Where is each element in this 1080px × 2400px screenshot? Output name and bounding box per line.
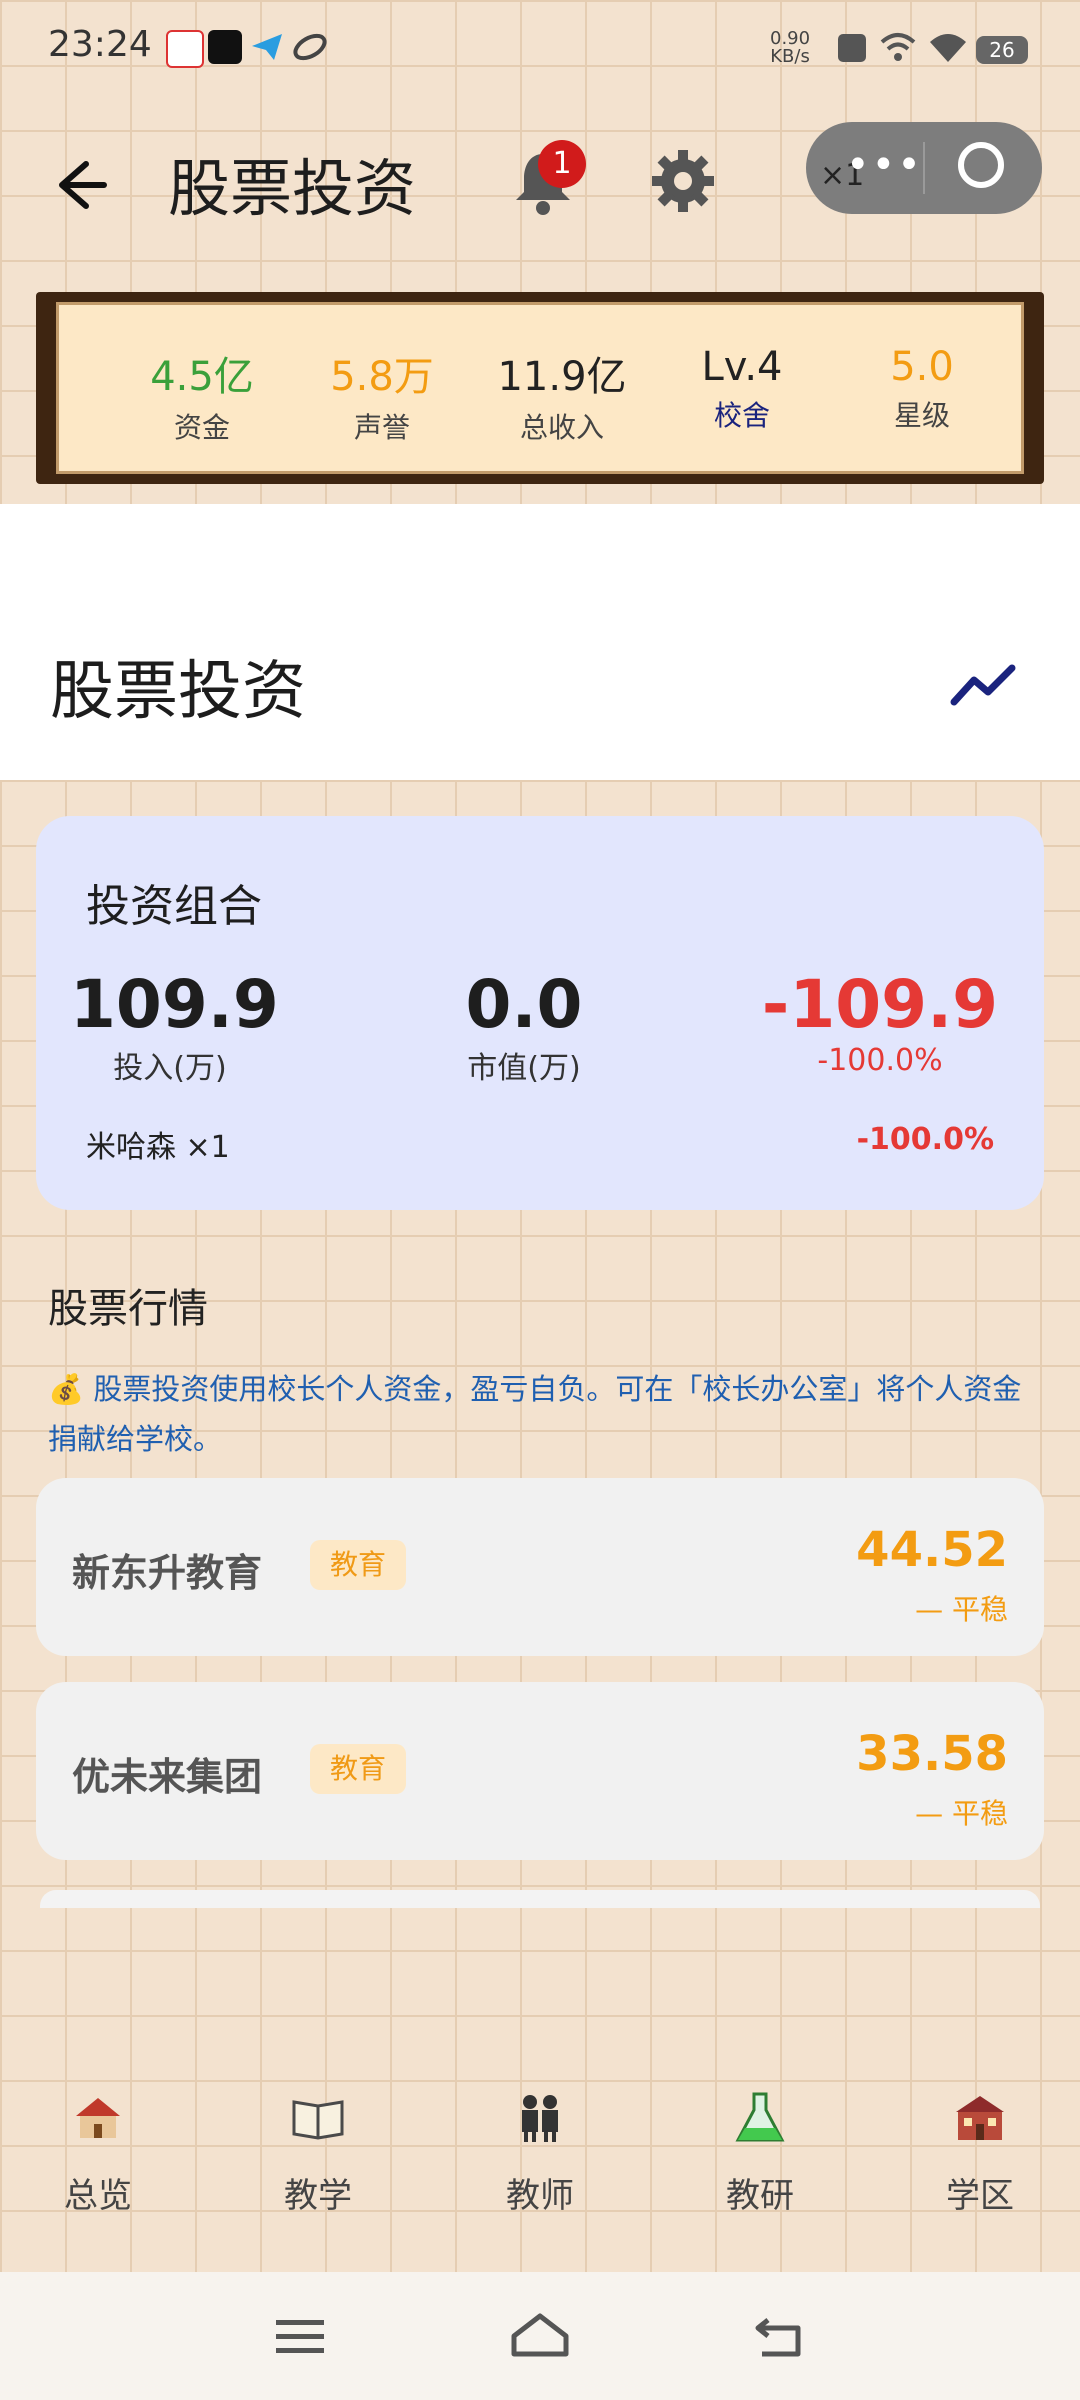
market-value-label: 市值(万)	[467, 1051, 581, 1086]
stock-card[interactable]: 新东升教育 教育 44.52 — 平稳	[36, 1478, 1044, 1656]
nav-item-teaching[interactable]: 教学	[258, 2090, 378, 2240]
capsule-divider	[923, 142, 925, 194]
stat-value: 5.0	[890, 344, 954, 390]
stock-card-partial	[40, 1890, 1040, 1908]
nav-label: 教学	[284, 2176, 352, 2216]
stat-label: 星级	[893, 399, 950, 432]
nav-item-research[interactable]: 教研	[700, 2090, 820, 2240]
stat-label: 资金	[173, 411, 230, 444]
stat-item: Lv.4 校舍	[672, 344, 812, 454]
market-title: 股票行情	[48, 1286, 208, 1332]
status-time: 23:24	[48, 24, 152, 65]
stock-trend: — 平稳	[915, 1593, 1008, 1626]
stats-row: 4.5亿资金 5.8万声誉 11.9亿总收入 Lv.4 校舍 5.0 星级	[132, 344, 992, 454]
home-icon[interactable]	[508, 2310, 572, 2360]
gear-icon[interactable]	[648, 146, 718, 216]
stat-label: 声誉	[353, 411, 410, 444]
wifi-icon	[930, 34, 966, 62]
investment-notice: 💰 股票投资使用校长个人资金，盈亏自负。可在「校长办公室」将个人资金捐献给学校。	[48, 1372, 1022, 1456]
app-icon	[293, 33, 327, 61]
stock-name: 优未来集团	[72, 1755, 263, 1799]
network-speed: 0.90 KB/s	[770, 30, 810, 66]
stat-item: 4.5亿资金	[132, 344, 272, 454]
nav-item-district[interactable]: 学区	[920, 2090, 1040, 2240]
stat-label: 总收入	[519, 411, 604, 444]
nav-item-teachers[interactable]: 教师	[480, 2090, 600, 2240]
stat-item: 5.8万声誉	[312, 344, 452, 454]
holding-percent: -100.0%	[856, 1122, 994, 1157]
pnl-percent: -100.0%	[817, 1043, 943, 1078]
stock-name: 新东升教育	[72, 1551, 263, 1595]
battery-icon: 26	[976, 36, 1028, 64]
stock-price: 44.52	[856, 1522, 1008, 1578]
invested-block: 109.9 投入(万)	[70, 966, 279, 1087]
sim-x-icon	[838, 34, 866, 62]
header-title: 股票投资	[168, 152, 417, 225]
flask-icon	[735, 2092, 785, 2142]
pnl-block: -109.9 -100.0%	[760, 966, 1000, 1078]
teachers-icon	[522, 2095, 558, 2142]
nav-label: 教师	[506, 2176, 574, 2216]
stock-sector-tag: 教育	[310, 1744, 407, 1794]
school-building-icon	[956, 2096, 1004, 2140]
status-bar	[0, 0, 1080, 100]
stock-price: 33.58	[856, 1726, 1008, 1782]
stock-card[interactable]: 优未来集团 教育 33.58 — 平稳	[36, 1682, 1044, 1860]
nav-item-overview[interactable]: 总览	[38, 2090, 158, 2240]
market-value: 0.0	[465, 966, 583, 1043]
invested-value: 109.9	[70, 966, 279, 1043]
stat-value: 5.8万	[330, 354, 434, 400]
close-mini-program-icon[interactable]	[958, 142, 1004, 188]
stock-sector-tag: 教育	[310, 1540, 407, 1590]
nav-label: 教研	[726, 2176, 794, 2216]
stat-item: 11.9亿总收入	[492, 344, 632, 454]
menu-icon[interactable]	[276, 2316, 324, 2356]
back-nav-icon[interactable]	[752, 2314, 806, 2358]
page-title: 股票投资	[50, 655, 306, 729]
notification-badge: 1	[538, 140, 586, 188]
market-value-block: 0.0 市值(万)	[424, 966, 624, 1087]
portfolio-title: 投资组合	[86, 881, 262, 932]
holding-name[interactable]: 米哈森 ×1	[86, 1122, 230, 1166]
stat-value: 4.5亿	[150, 354, 254, 400]
more-menu-icon[interactable]: •••	[846, 142, 923, 188]
stat-value: 11.9亿	[497, 354, 627, 400]
speed-unit: KB/s	[770, 46, 810, 67]
telegram-icon	[252, 34, 282, 60]
open-book-icon	[292, 2100, 344, 2140]
app-icon	[166, 30, 204, 68]
pnl-value: -109.9	[761, 966, 999, 1043]
school-house-icon	[76, 2098, 120, 2138]
nav-label: 总览	[64, 2176, 132, 2216]
nav-label: 学区	[946, 2176, 1014, 2216]
stat-item: 5.0 星级	[852, 344, 992, 454]
stock-trend: — 平稳	[915, 1797, 1008, 1830]
stat-label: 校舍	[713, 399, 770, 432]
tiktok-icon	[208, 30, 242, 64]
trend-chart-icon[interactable]	[950, 660, 1016, 710]
wifi-6-icon	[880, 33, 916, 61]
back-button[interactable]	[50, 150, 120, 220]
stat-value: Lv.4	[701, 344, 783, 390]
invested-label: 投入(万)	[113, 1051, 227, 1086]
